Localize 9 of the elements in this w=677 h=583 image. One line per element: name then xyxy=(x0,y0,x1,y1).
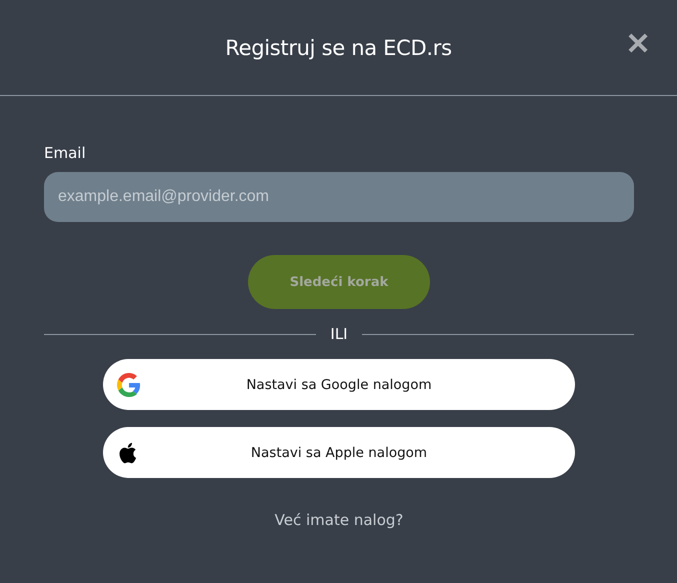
social-login-button[interactable]: Nastavi sa Google nalogom xyxy=(103,359,575,410)
social-login-button[interactable]: Nastavi sa Apple nalogom xyxy=(103,427,575,478)
google-g-icon xyxy=(117,372,141,396)
separator-label: ILI xyxy=(330,325,348,343)
dialog-title: Registruj se na ECD.rs xyxy=(225,36,452,60)
login-link[interactable]: Već imate nalog? xyxy=(268,510,410,530)
email-field[interactable]: example.email@provider.com xyxy=(44,172,634,222)
close-button[interactable]: ✕ xyxy=(621,28,655,62)
email-label: Email xyxy=(44,144,87,162)
